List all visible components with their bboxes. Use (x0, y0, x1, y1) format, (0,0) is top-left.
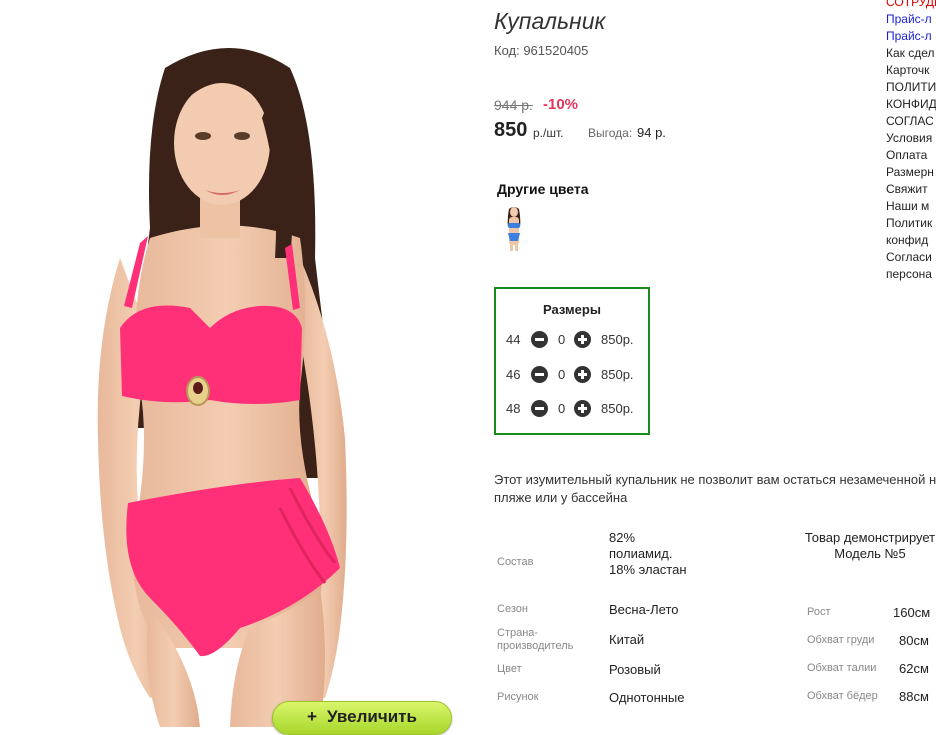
measurement-value: 88см (899, 689, 929, 704)
menu-link[interactable]: конфид (886, 232, 936, 249)
spec-label: Состав (497, 556, 534, 568)
size-value: 46 (506, 367, 521, 382)
model-info-title: Товар демонстрирует Модель №5 (804, 530, 936, 561)
menu-link[interactable]: Свяжит (886, 181, 936, 198)
menu-link[interactable]: Карточк (886, 62, 936, 79)
size-value: 48 (506, 401, 521, 416)
other-colors-heading: Другие цвета (497, 181, 589, 197)
spec-label: Страна-производитель (497, 627, 574, 652)
spec-value: 82% полиамид. 18% эластан (609, 530, 687, 577)
color-variant-image (507, 207, 521, 251)
plus-icon[interactable] (574, 400, 591, 417)
product-code: Код: 961520405 (494, 43, 589, 58)
zoom-button-label: Увеличить (326, 707, 417, 726)
minus-icon[interactable] (531, 400, 548, 417)
price: 850 (494, 119, 528, 141)
size-quantity: 0 (558, 401, 566, 416)
product-description: Этот изумительный купальник не позволит … (494, 472, 936, 505)
sizes-title: Размеры (543, 302, 601, 317)
menu-link[interactable]: Согласи (886, 249, 936, 266)
measurement-label: Обхват бёдер (807, 690, 878, 702)
menu-link[interactable]: персона (886, 266, 936, 283)
size-row: 46 0 850р. (506, 365, 646, 385)
menu-link[interactable]: Условия (886, 130, 936, 147)
old-price: 944 р. (494, 97, 533, 113)
menu-link[interactable]: Наши м (886, 198, 936, 215)
menu-link[interactable]: Политик (886, 215, 936, 232)
menu-link[interactable]: Прайс-л (886, 11, 936, 28)
menu-link[interactable]: Размерн (886, 164, 936, 181)
price-unit: р./шт. (533, 126, 564, 140)
minus-icon[interactable] (531, 331, 548, 348)
product-title: Купальник (494, 8, 606, 34)
side-menu: СОТРУДН Прайс-л Прайс-л Как сдел Карточк… (886, 0, 936, 283)
size-value: 44 (506, 332, 521, 347)
product-photo-illustration (0, 8, 463, 727)
menu-link[interactable]: КОНФИД (886, 96, 936, 113)
plus-icon: + (307, 707, 317, 726)
color-variant-thumbnail[interactable] (500, 205, 528, 251)
menu-link[interactable]: СОТРУДН (886, 0, 936, 11)
spec-label: Сезон (497, 603, 528, 615)
measurement-label: Рост (807, 606, 831, 618)
size-price: 850р. (601, 367, 634, 382)
saving-label: Выгода: (588, 126, 633, 140)
product-photo[interactable] (0, 8, 463, 727)
spec-value: Весна-Лето (609, 602, 679, 617)
measurement-value: 62см (899, 661, 929, 676)
size-quantity: 0 (558, 332, 566, 347)
sizes-panel: Размеры 44 0 850р. 46 0 850р. 48 0 850р. (494, 287, 650, 435)
menu-link[interactable]: СОГЛАС (886, 113, 936, 130)
plus-icon[interactable] (574, 331, 591, 348)
size-row: 44 0 850р. (506, 330, 646, 350)
menu-link[interactable]: Оплата (886, 147, 936, 164)
menu-link[interactable]: Как сдел (886, 45, 936, 62)
menu-link[interactable]: Прайс-л (886, 28, 936, 45)
spec-label: Цвет (497, 663, 522, 675)
menu-link[interactable]: ПОЛИТИ (886, 79, 936, 96)
minus-icon[interactable] (531, 366, 548, 383)
measurement-value: 80см (899, 633, 929, 648)
spec-value: Розовый (609, 662, 661, 677)
plus-icon[interactable] (574, 366, 591, 383)
size-row: 48 0 850р. (506, 399, 646, 419)
saving-value: 94 р. (637, 125, 666, 140)
measurement-value: 160см (893, 605, 931, 620)
size-quantity: 0 (558, 367, 566, 382)
size-price: 850р. (601, 332, 634, 347)
zoom-button[interactable]: + Увеличить (272, 701, 452, 735)
spec-label: Рисунок (497, 691, 539, 703)
spec-value: Однотонные (609, 690, 685, 705)
size-price: 850р. (601, 401, 634, 416)
measurement-label: Обхват талии (807, 662, 877, 674)
measurement-label: Обхват груди (807, 634, 875, 646)
discount-badge: -10% (543, 96, 579, 113)
spec-value: Китай (609, 632, 645, 647)
